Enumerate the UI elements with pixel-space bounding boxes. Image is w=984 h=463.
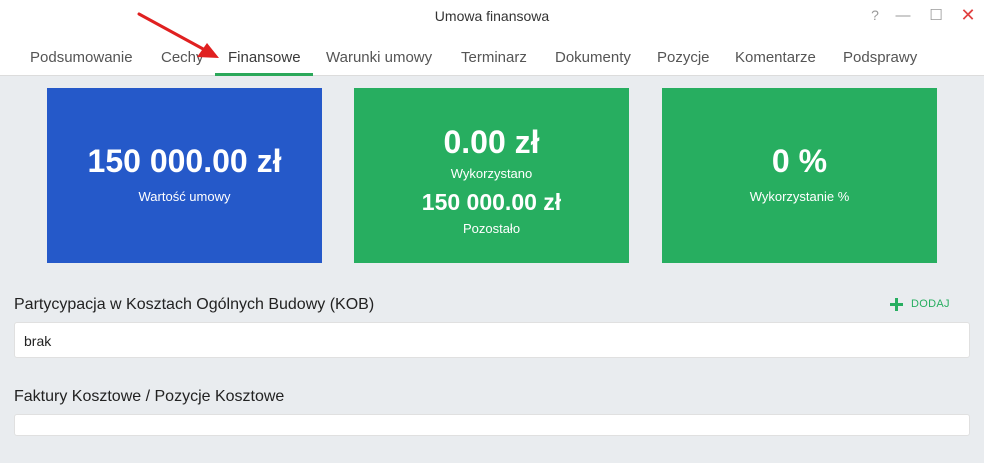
maximize-icon[interactable]: ☐	[925, 4, 947, 26]
annotation-arrow-icon	[137, 12, 219, 58]
contract-value: 150 000.00 zł	[87, 143, 282, 179]
active-tab-indicator	[215, 73, 313, 76]
add-button-label: DODAJ	[911, 298, 950, 310]
tab-finansowe[interactable]: Finansowe	[228, 49, 301, 66]
tab-podsprawy[interactable]: Podsprawy	[843, 49, 917, 66]
kob-field[interactable]: brak	[14, 322, 970, 358]
invoices-section-title: Faktury Kosztowe / Pozycje Kosztowe	[14, 388, 285, 405]
kob-section-title: Partycypacja w Kosztach Ogólnych Budowy …	[14, 296, 375, 313]
plus-icon	[890, 297, 903, 311]
tab-podsumowanie[interactable]: Podsumowanie	[30, 49, 133, 66]
contract-value-card: 150 000.00 zł Wartość umowy	[47, 88, 322, 263]
minimize-icon[interactable]: —	[892, 4, 914, 26]
usage-percent-label: Wykorzystanie %	[749, 189, 850, 204]
used-label: Wykorzystano	[450, 166, 533, 181]
tab-terminarz[interactable]: Terminarz	[461, 49, 527, 66]
tab-dokumenty[interactable]: Dokumenty	[555, 49, 631, 66]
usage-card: 0.00 zł Wykorzystano 150 000.00 zł Pozos…	[354, 88, 629, 263]
used-value: 0.00 zł	[443, 124, 540, 160]
add-kob-button[interactable]: DODAJ	[890, 295, 950, 313]
usage-percent-card: 0 % Wykorzystanie %	[662, 88, 937, 263]
tab-warunki-umowy[interactable]: Warunki umowy	[326, 49, 432, 66]
invoices-field[interactable]	[14, 414, 970, 436]
tab-komentarze[interactable]: Komentarze	[735, 49, 816, 66]
usage-percent-value: 0 %	[771, 143, 828, 179]
close-icon[interactable]: ✕	[957, 4, 979, 26]
contract-value-label: Wartość umowy	[138, 189, 231, 204]
tab-pozycje[interactable]: Pozycje	[657, 49, 710, 66]
remaining-label: Pozostało	[462, 221, 521, 236]
remaining-value: 150 000.00 zł	[421, 189, 562, 215]
help-icon[interactable]: ?	[864, 4, 886, 26]
